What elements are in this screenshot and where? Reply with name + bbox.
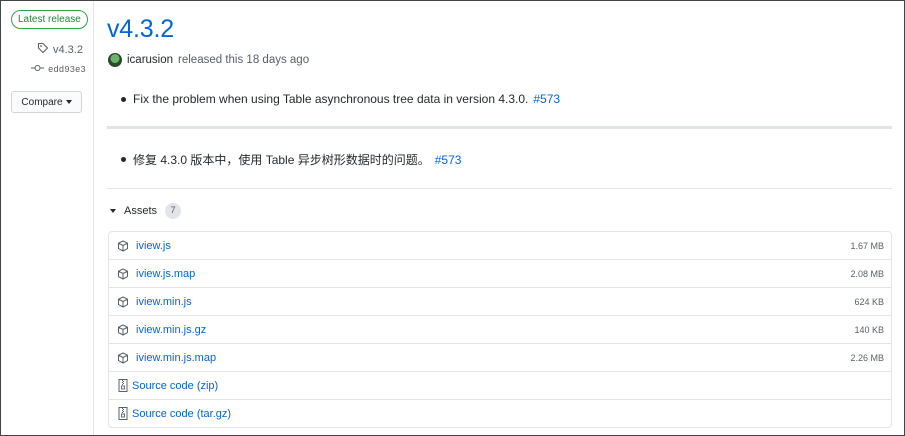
bullet-icon <box>121 157 126 162</box>
asset-link[interactable]: iview.min.js.map <box>136 352 216 364</box>
file-zip-icon <box>116 407 129 420</box>
note-text: 修复 4.3.0 版本中，使用 Table 异步树形数据时的问题。 <box>133 153 430 167</box>
note-text: Fix the problem when using Table asynchr… <box>133 92 529 106</box>
asset-row: iview.min.js.map 2.26 MB <box>109 344 891 372</box>
package-icon <box>116 295 129 308</box>
assets-count-badge: 7 <box>165 203 182 219</box>
tag-link[interactable]: v4.3.2 <box>37 42 83 57</box>
asset-link[interactable]: Source code (tar.gz) <box>132 408 231 420</box>
avatar[interactable] <box>108 53 122 67</box>
compare-label: Compare <box>21 96 63 108</box>
asset-row: iview.js.map 2.08 MB <box>109 260 891 288</box>
asset-link[interactable]: iview.js <box>136 240 171 252</box>
notes-divider <box>107 126 892 129</box>
assets-toggle[interactable]: Assets 7 <box>110 203 182 219</box>
bullet-icon <box>121 96 126 102</box>
commit-link[interactable]: edd93e3 <box>31 64 86 75</box>
asset-row: iview.min.js 624 KB <box>109 288 891 316</box>
asset-size: 2.26 MB <box>850 353 884 363</box>
package-icon <box>116 267 129 280</box>
release-sidebar: Latest release v4.3.2 edd93e3 Compare <box>1 1 94 435</box>
package-icon <box>116 239 129 252</box>
asset-link[interactable]: iview.min.js.gz <box>136 324 206 336</box>
triangle-down-icon <box>110 209 116 213</box>
asset-link[interactable]: Source code (zip) <box>132 380 218 392</box>
issue-link[interactable]: #573 <box>533 92 560 106</box>
asset-size: 1.67 MB <box>850 241 884 251</box>
asset-link[interactable]: iview.js.map <box>136 268 195 280</box>
release-title[interactable]: v4.3.2 <box>107 15 174 44</box>
asset-row: Source code (zip) <box>109 372 891 400</box>
asset-size: 624 KB <box>854 297 884 307</box>
tag-label: v4.3.2 <box>53 43 83 56</box>
released-text: released this 18 days ago <box>178 54 310 66</box>
file-zip-icon <box>116 379 129 392</box>
asset-row: iview.js 1.67 MB <box>109 232 891 260</box>
issue-link[interactable]: #573 <box>435 153 462 167</box>
asset-row: Source code (tar.gz) <box>109 400 891 427</box>
assets-label: Assets <box>124 205 158 217</box>
commit-icon <box>31 64 44 75</box>
latest-release-badge: Latest release <box>11 10 88 29</box>
assets-list: iview.js 1.67 MB iview.js.map 2.08 MB iv… <box>108 231 892 428</box>
assets-divider <box>107 188 892 189</box>
compare-button[interactable]: Compare <box>11 91 82 113</box>
asset-size: 140 KB <box>854 325 884 335</box>
tag-icon <box>37 42 49 57</box>
release-note-item: 修复 4.3.0 版本中，使用 Table 异步树形数据时的问题。 #573 <box>121 151 461 168</box>
asset-link[interactable]: iview.min.js <box>136 296 192 308</box>
asset-size: 2.08 MB <box>850 269 884 279</box>
release-byline: icarusion released this 18 days ago <box>108 53 309 67</box>
asset-row: iview.min.js.gz 140 KB <box>109 316 891 344</box>
chevron-down-icon <box>65 100 72 104</box>
package-icon <box>116 323 129 336</box>
package-icon <box>116 351 129 364</box>
commit-sha: edd93e3 <box>48 64 86 75</box>
author-link[interactable]: icarusion <box>127 54 173 66</box>
release-note-item: Fix the problem when using Table asynchr… <box>121 92 560 106</box>
